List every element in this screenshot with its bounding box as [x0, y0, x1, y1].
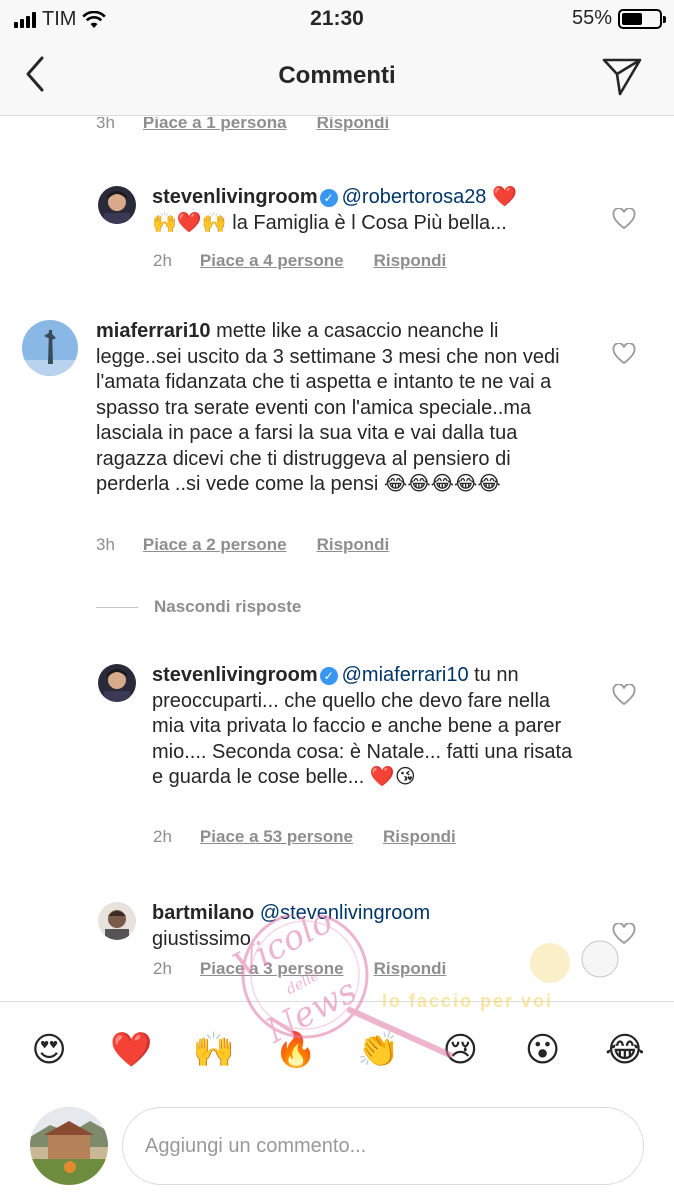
comment-meta-row: 2h Piace a 3 persone Rispondi: [153, 959, 446, 979]
reply-link[interactable]: Rispondi: [317, 535, 390, 555]
comment-time: 3h: [96, 535, 115, 554]
verified-badge-icon: ✓: [319, 667, 338, 685]
like-heart-icon[interactable]: [612, 923, 636, 945]
comment-time: 2h: [153, 959, 172, 978]
fire-emoji[interactable]: 🔥: [266, 1030, 326, 1070]
comment-mention[interactable]: @stevenlivingroom: [260, 902, 430, 924]
comment-item: stevenlivingroom ✓ @miaferrari10 tu nn pre…: [0, 659, 674, 859]
comment-body: stevenlivingroom ✓ @robertorosa28 ❤️ 🙌❤️🙌 l…: [152, 185, 582, 236]
like-heart-icon[interactable]: [612, 684, 636, 706]
likes-link[interactable]: Piace a 2 persone: [143, 535, 287, 555]
comment-username[interactable]: bartmilano: [152, 902, 254, 924]
comment-body: stevenlivingroom ✓ @miaferrari10 tu nn pre…: [152, 663, 582, 791]
surprised-face-emoji[interactable]: 😮: [513, 1030, 573, 1070]
avatar[interactable]: [98, 664, 136, 702]
likes-link[interactable]: Piace a 53 persone: [200, 827, 353, 847]
battery-fill: [622, 12, 642, 25]
comment-body: bartmilano @stevenlivingroom giustissimo: [152, 901, 582, 952]
comments-list[interactable]: 3h Piace a 1 persona Rispondi stevenlivi…: [0, 117, 674, 1001]
comment-text: ❤️: [486, 186, 517, 208]
comment-username[interactable]: stevenlivingroom: [152, 664, 318, 686]
comment-meta-row: 2h Piace a 53 persone Rispondi: [153, 827, 456, 847]
status-bar: TIM 21:30 55%: [0, 0, 674, 40]
likes-link[interactable]: Piace a 4 persone: [200, 251, 344, 271]
comment-item: bartmilano @stevenlivingroom giustissimo …: [0, 897, 674, 1001]
comment-time: 2h: [153, 827, 172, 846]
reply-link[interactable]: Rispondi: [374, 959, 447, 979]
red-heart-emoji[interactable]: ❤️: [101, 1030, 161, 1070]
comment-body: miaferrari10 mette like a casaccio neanc…: [96, 319, 582, 498]
like-heart-icon[interactable]: [612, 208, 636, 230]
comment-username[interactable]: miaferrari10: [96, 320, 211, 342]
comment-composer: [0, 1097, 674, 1200]
comment-item: miaferrari10 mette like a casaccio neanc…: [0, 315, 674, 565]
comment-input[interactable]: [122, 1107, 644, 1185]
likes-link[interactable]: Piace a 1 persona: [143, 117, 287, 133]
likes-link[interactable]: Piace a 3 persone: [200, 959, 344, 979]
comment-text: giustissimo: [152, 927, 251, 950]
page-title: Commenti: [278, 62, 396, 89]
verified-badge-icon: ✓: [319, 189, 338, 207]
comment-mention[interactable]: @robertorosa28: [342, 186, 487, 208]
divider: [96, 606, 138, 608]
avatar[interactable]: [98, 902, 136, 940]
comment-meta-row: 3h Piace a 2 persone Rispondi: [96, 535, 389, 555]
like-heart-icon[interactable]: [612, 343, 636, 365]
comment-text: 🙌❤️🙌 la Famiglia è l Cosa Più bella...: [152, 211, 507, 234]
direct-send-icon[interactable]: [600, 54, 644, 98]
hide-replies-label: Nascondi risposte: [154, 597, 302, 616]
hide-replies-toggle[interactable]: Nascondi risposte: [96, 597, 301, 617]
avatar[interactable]: [22, 320, 78, 376]
laughing-tears-emoji[interactable]: 😂: [595, 1030, 655, 1070]
raised-hands-emoji[interactable]: 🙌: [184, 1030, 244, 1070]
comment-meta-row: 2h Piace a 4 persone Rispondi: [153, 251, 446, 271]
reply-link[interactable]: Rispondi: [383, 827, 456, 847]
comment-mention[interactable]: @miaferrari10: [342, 664, 469, 686]
battery-percent: 55%: [571, 7, 612, 29]
comment-time: 2h: [153, 251, 172, 270]
status-right: 55%: [571, 7, 666, 30]
clapping-hands-emoji[interactable]: 👏: [348, 1030, 408, 1070]
heart-eyes-emoji[interactable]: 😍: [19, 1030, 79, 1070]
comment-item: stevenlivingroom ✓ @robertorosa28 ❤️ 🙌❤️🙌 l…: [0, 181, 674, 281]
comment-text: mette like a casaccio neanche li legge..…: [96, 320, 560, 495]
current-user-avatar: [30, 1107, 108, 1185]
battery-icon: [618, 8, 666, 29]
avatar[interactable]: [98, 186, 136, 224]
comment-time: 3h: [96, 117, 115, 132]
comment-meta-row: 3h Piace a 1 persona Rispondi: [96, 117, 389, 133]
emoji-quick-bar: 😍 ❤️ 🙌 🔥 👏 😢 😮 😂: [0, 1001, 674, 1097]
comment-username[interactable]: stevenlivingroom: [152, 186, 318, 208]
nav-bar: Commenti: [0, 40, 674, 116]
crying-face-emoji[interactable]: 😢: [430, 1030, 490, 1070]
reply-link[interactable]: Rispondi: [317, 117, 390, 133]
reply-link[interactable]: Rispondi: [374, 251, 447, 271]
